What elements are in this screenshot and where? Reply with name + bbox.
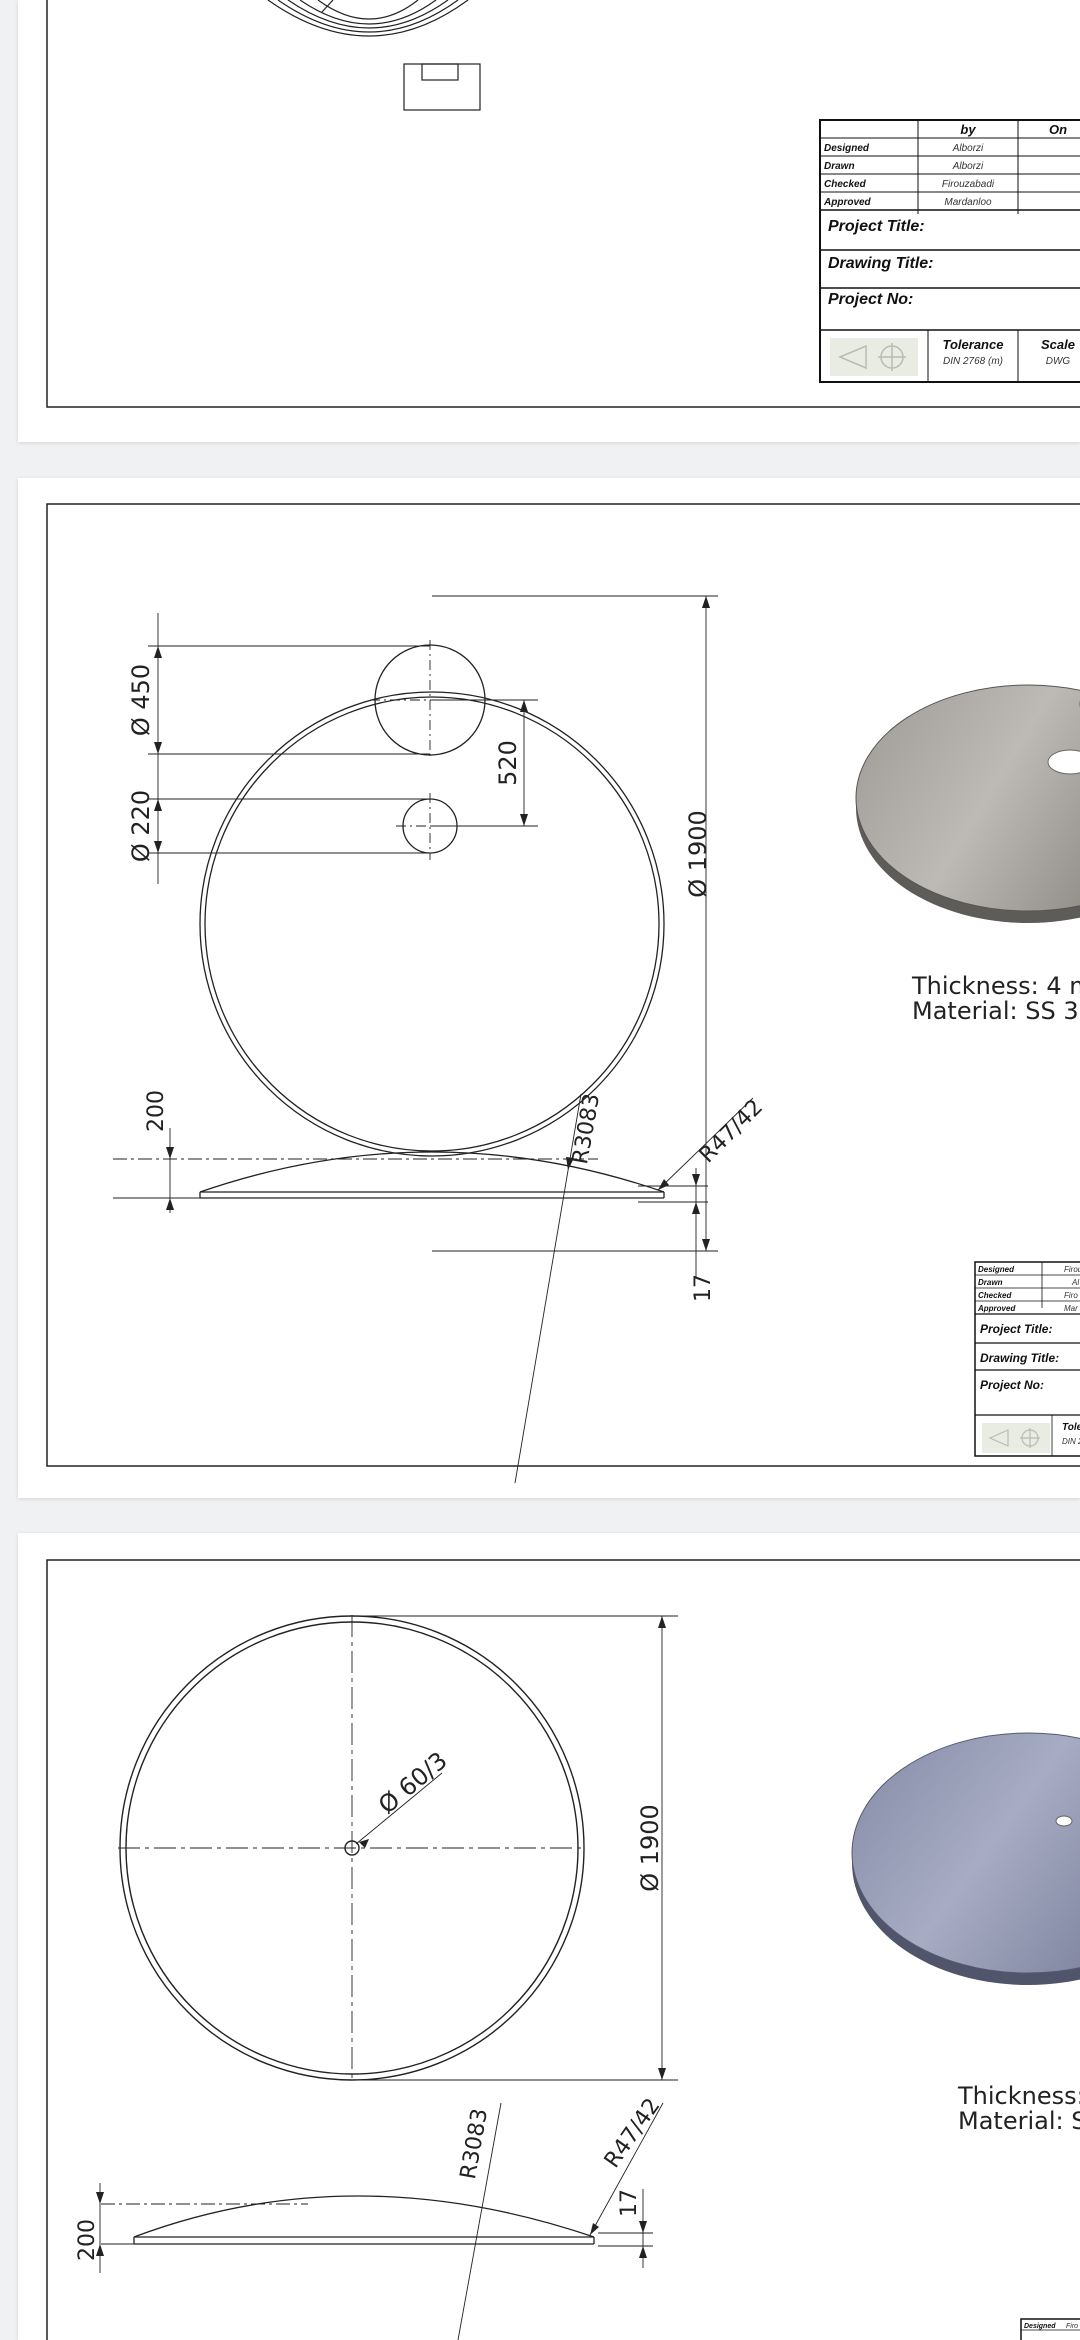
tb-row-value: Al (1071, 1278, 1079, 1287)
dim-height-200: 200 (144, 1090, 169, 1132)
drawing-border (46, 0, 1080, 408)
dim-distance-520: 520 (494, 740, 522, 786)
page-1-drawing: by On Designed Alborzi Drawn Alborzi Che… (46, 0, 1080, 408)
dim-radius-3083: R3083 (568, 1092, 605, 1167)
side-view (96, 2102, 664, 2340)
tb-row-label: Designed (1024, 2323, 1056, 2330)
dim-height-17: 17 (691, 1274, 716, 1302)
tb-project-title-label: Project Title: (980, 1322, 1052, 1336)
tb-tolerance-label: Tole (1062, 1422, 1080, 1433)
tb-row-label: Checked (824, 179, 867, 190)
tb-scale-label: Scale (1041, 337, 1075, 352)
drawing-page-3: Ø 60/3 Ø 1900 200 R3083 R47/42 17 Thickn… (18, 1533, 1080, 2340)
tb-drawing-title-label: Drawing Title: (828, 255, 934, 272)
tb-drawing-title-label: Drawing Title: (980, 1351, 1059, 1365)
tb-project-no-label: Project No: (980, 1378, 1044, 1392)
note-material: Material: SS (958, 2107, 1080, 2135)
tb-row-value: Alborzi (952, 143, 984, 154)
note-thickness: Thickness: 4 mm (911, 972, 1080, 1000)
dim-diameter-60-3: Ø 60/3 (373, 1746, 453, 1819)
tb-header-on: On (1049, 122, 1067, 137)
dim-diameter-1900: Ø 1900 (684, 810, 712, 898)
tb-project-title-label: Project Title: (828, 218, 925, 235)
tb-tolerance-label: Tolerance (943, 337, 1004, 352)
tb-row-label: Drawn (978, 1278, 1003, 1287)
top-view (148, 595, 718, 1252)
page-3-drawing: Ø 60/3 Ø 1900 200 R3083 R47/42 17 Thickn… (46, 1559, 1080, 2340)
dim-height-200: 200 (75, 2219, 100, 2261)
tb-scale-value: DWG (1046, 356, 1071, 367)
tb-row-value: Firou (1064, 1265, 1080, 1274)
tb-row-label: Approved (823, 197, 872, 208)
tb-row-label: Designed (978, 1265, 1015, 1274)
isometric-plate-view (851, 1732, 1080, 1985)
dim-diameter-450: Ø 450 (127, 664, 155, 736)
tb-row-value: Firo (1064, 1291, 1078, 1300)
note-thickness: Thickness: 4 (957, 2082, 1080, 2110)
tb-project-no-label: Project No: (828, 291, 913, 308)
dim-height-17: 17 (617, 2189, 642, 2217)
tb-row-label: Drawn (824, 161, 855, 172)
drawing-page-2: Ø 450 Ø 220 520 Ø 1900 200 R3083 R47/42 … (18, 478, 1080, 1498)
side-view (113, 1093, 754, 1484)
dim-diameter-220: Ø 220 (127, 790, 155, 862)
tb-row-value: Firouzabadi (942, 179, 995, 190)
tb-row-label: Designed (824, 143, 870, 154)
dim-radius-3083: R3083 (456, 2107, 493, 2182)
note-material: Material: SS 304 (912, 997, 1080, 1025)
page-2-drawing: Ø 450 Ø 220 520 Ø 1900 200 R3083 R47/42 … (46, 503, 1080, 1484)
cut-circular-view (267, 0, 481, 111)
dim-diameter-1900: Ø 1900 (636, 1804, 664, 1892)
tb-row-value: Firo (1066, 2323, 1078, 2330)
tb-row-value: Mardanloo (944, 197, 992, 208)
tb-header-by: by (960, 122, 976, 137)
tb-tolerance-value: DIN 2 (1062, 1437, 1080, 1446)
tb-row-value: Mar (1064, 1304, 1078, 1313)
top-view (118, 1615, 678, 2081)
tb-tolerance-value: DIN 2768 (m) (943, 356, 1003, 367)
tb-row-label: Approved (977, 1304, 1016, 1313)
tb-row-value: Alborzi (952, 161, 984, 172)
isometric-plate-view (855, 684, 1080, 923)
dim-radius-47-42: R47/42 (600, 2094, 666, 2173)
drawing-page-1: by On Designed Alborzi Drawn Alborzi Che… (18, 0, 1080, 442)
tb-row-label: Checked (978, 1291, 1012, 1300)
